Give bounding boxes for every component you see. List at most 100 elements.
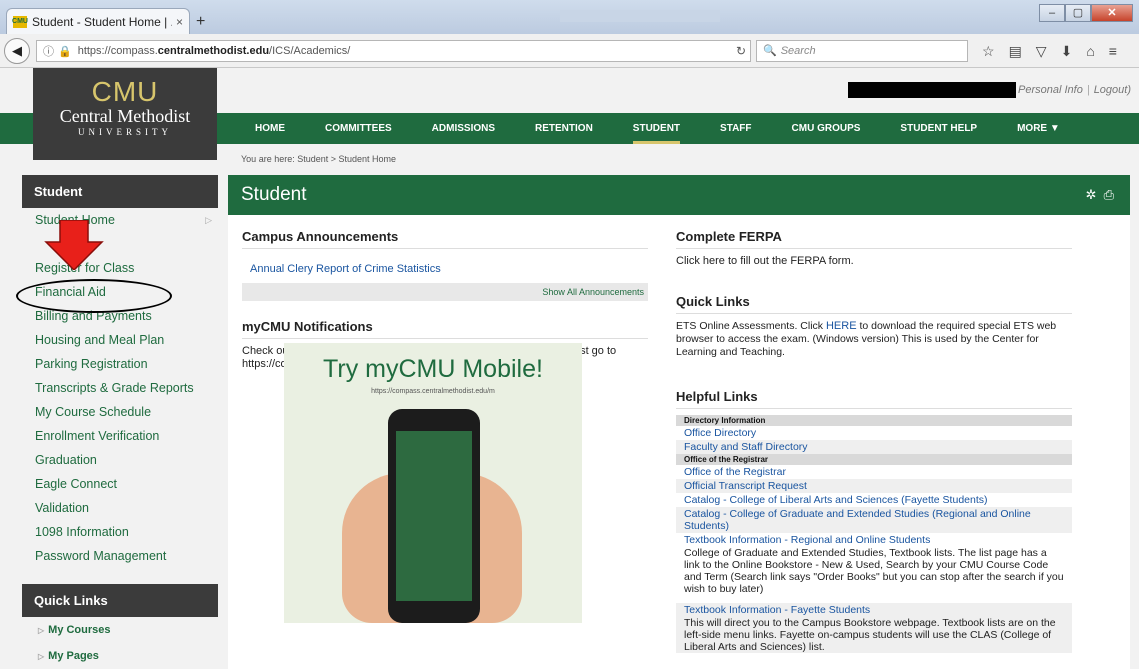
sidebar-heading: Student (22, 175, 218, 208)
registrar-link[interactable]: Office of the Registrar (676, 465, 1072, 479)
browser-nav-bar: ◀ ⓘ 🔒 https://compass. centralmethodist.e… (0, 34, 1139, 68)
nav-more[interactable]: MORE ▼ (1017, 113, 1060, 144)
nav-committees[interactable]: COMMITTEES (325, 113, 392, 144)
registrar-header: Office of the Registrar (676, 454, 1072, 465)
promo-url: https://compass.centralmethodist.edu/m (371, 388, 495, 395)
lock-icon: 🔒 (58, 45, 72, 58)
nav-retention[interactable]: RETENTION (535, 113, 593, 144)
office-directory-link[interactable]: Office Directory (676, 426, 1072, 440)
triangle-icon: ▷ (38, 652, 45, 661)
user-info-bar: Personal Info | Logout ) (848, 82, 1131, 98)
nav-student[interactable]: STUDENT (632, 113, 681, 144)
favicon-icon: CMU (12, 15, 28, 28)
pocket-icon[interactable]: ▽ (1036, 43, 1047, 60)
sidebar-item-password[interactable]: Password Management (22, 544, 218, 568)
show-all-announcements[interactable]: Show All Announcements (242, 283, 648, 301)
url-domain: centralmethodist.edu (157, 45, 270, 57)
download-icon[interactable]: ⬇ (1061, 43, 1073, 60)
browser-search-box[interactable]: 🔍 Search (756, 40, 968, 62)
ets-here-link[interactable]: HERE (826, 320, 857, 332)
nav-staff[interactable]: STAFF (720, 113, 751, 144)
ferpa-heading: Complete FERPA (676, 229, 1072, 249)
new-tab-button[interactable]: + (196, 13, 205, 31)
sidebar-item-eagle-connect[interactable]: Eagle Connect (22, 472, 218, 496)
nav-home[interactable]: HOME (255, 113, 285, 144)
promo-title: Try myCMU Mobile! (323, 355, 543, 383)
search-icon: 🔍 (763, 45, 777, 57)
quick-link-my-pages[interactable]: ▷ My Pages (22, 643, 218, 669)
close-window-button[interactable]: ✕ (1091, 4, 1133, 22)
logo-university: UNIVERSITY (78, 127, 172, 137)
nav-cmu-groups[interactable]: CMU GROUPS (792, 113, 861, 144)
header-icons: ✲ ⎙ (1085, 175, 1114, 215)
transcript-request-link[interactable]: Official Transcript Request (676, 479, 1072, 493)
triangle-icon: ▷ (38, 626, 45, 635)
announcement-link[interactable]: Annual Clery Report of Crime Statistics (242, 255, 648, 283)
sidebar-item-validation[interactable]: Validation (22, 496, 218, 520)
personal-info-link[interactable]: Personal Info (1018, 84, 1083, 96)
toolbar-icons: ☆ ▤ ▽ ⬇ ⌂ ≡ (982, 43, 1117, 60)
cmu-logo[interactable]: CMU Central Methodist UNIVERSITY (33, 68, 217, 160)
page: CMU Central Methodist UNIVERSITY Persona… (0, 68, 1139, 669)
redacted-window-title (560, 10, 720, 22)
back-button[interactable]: ◀ (4, 38, 30, 64)
collapse-icon[interactable]: ▷ (205, 208, 212, 232)
sidebar-item-course-schedule[interactable]: My Course Schedule (22, 400, 218, 424)
mobile-promo-image[interactable]: Try myCMU Mobile! https://compass.centra… (284, 343, 582, 623)
faculty-directory-link[interactable]: Faculty and Staff Directory (676, 440, 1072, 454)
sidebar-item-graduation[interactable]: Graduation (22, 448, 218, 472)
url-prefix: https://compass. (77, 45, 158, 57)
textbook-fayette-link[interactable]: Textbook Information - Fayette Students (676, 603, 1072, 617)
reload-icon[interactable]: ↻ (736, 44, 746, 58)
notifications-heading: myCMU Notifications (242, 319, 648, 339)
info-icon[interactable]: ⓘ (43, 43, 54, 59)
quick-links-main-heading: Quick Links (676, 294, 1072, 314)
ferpa-link[interactable]: Click here to fill out the FERPA form. (676, 255, 1072, 268)
reading-list-icon[interactable]: ▤ (1009, 43, 1022, 60)
quick-links-heading: Quick Links (22, 584, 218, 617)
minimize-button[interactable]: – (1039, 4, 1065, 22)
logo-cmu: CMU (91, 76, 159, 107)
textbook-regional-link[interactable]: Textbook Information - Regional and Onli… (676, 533, 1072, 547)
menu-icon[interactable]: ≡ (1109, 43, 1117, 60)
catalog-las-link[interactable]: Catalog - College of Liberal Arts and Sc… (676, 493, 1072, 507)
tab-close-icon[interactable]: × (176, 15, 183, 29)
phone-screen (396, 431, 472, 601)
campus-announcements-heading: Campus Announcements (242, 229, 648, 249)
main-nav: HOME COMMITTEES ADMISSIONS RETENTION STU… (217, 113, 1139, 144)
phone-graphic (388, 409, 480, 623)
right-column: Complete FERPA Click here to fill out th… (676, 229, 1072, 653)
sidebar-item-enrollment[interactable]: Enrollment Verification (22, 424, 218, 448)
quick-link-label: My Pages (48, 650, 99, 662)
search-placeholder: Search (780, 45, 816, 57)
nav-student-help[interactable]: STUDENT HELP (900, 113, 977, 144)
address-bar[interactable]: ⓘ 🔒 https://compass. centralmethodist.edu… (36, 40, 751, 62)
browser-tab-bar: CMU Student - Student Home | ... × + – ▢… (0, 0, 1139, 34)
sidebar-item-housing[interactable]: Housing and Meal Plan (22, 328, 218, 352)
quick-link-my-courses[interactable]: ▷ My Courses (22, 617, 218, 643)
maximize-button[interactable]: ▢ (1065, 4, 1091, 22)
home-icon[interactable]: ⌂ (1086, 43, 1094, 60)
logout-link[interactable]: Logout (1094, 84, 1128, 96)
content-header: Student ✲ ⎙ (228, 175, 1130, 215)
breadcrumb: You are here: Student > Student Home (241, 154, 397, 164)
browser-tab[interactable]: CMU Student - Student Home | ... × (6, 8, 190, 34)
red-arrow-annotation (44, 220, 104, 270)
circle-annotation (16, 279, 172, 313)
sidebar-item-transcripts[interactable]: Transcripts & Grade Reports (22, 376, 218, 400)
gear-icon[interactable]: ✲ (1085, 187, 1096, 202)
textbook-fayette-desc: This will direct you to the Campus Books… (676, 617, 1072, 653)
sidebar-item-parking[interactable]: Parking Registration (22, 352, 218, 376)
catalog-grad-link[interactable]: Catalog - College of Graduate and Extend… (676, 507, 1072, 533)
nav-admissions[interactable]: ADMISSIONS (432, 113, 495, 144)
close-paren: ) (1127, 84, 1132, 96)
page-title: Student (241, 184, 307, 205)
main-content: Student ✲ ⎙ Campus Announcements Annual … (228, 175, 1130, 669)
textbook-regional-desc: College of Graduate and Extended Studies… (684, 547, 1064, 595)
helpful-links-heading: Helpful Links (676, 389, 1072, 409)
sidebar-item-1098[interactable]: 1098 Information (22, 520, 218, 544)
print-icon[interactable]: ⎙ (1104, 187, 1114, 202)
url-path: /ICS/Academics/ (269, 45, 351, 57)
bookmark-star-icon[interactable]: ☆ (982, 43, 995, 60)
ets-text: ETS Online Assessments. Click HERE to do… (676, 320, 1072, 359)
